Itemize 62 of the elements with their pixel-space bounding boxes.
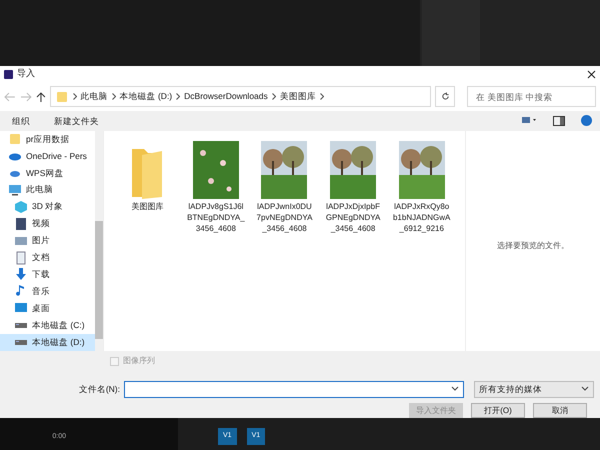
field-label: 文件名(N): — [78, 383, 120, 396]
filetype-dropdown[interactable]: 所有支持的媒体 — [474, 380, 594, 398]
address-bar[interactable]: 此电脑 本地磁盘 (D:) DcBrowserDownloads 美图图库 — [50, 86, 432, 108]
download-icon — [14, 267, 28, 282]
chevron-right-icon — [176, 93, 180, 100]
view-icon[interactable] — [521, 116, 537, 126]
file-name: lADPJv8gS1J6lBTNEgDNDYA_3456_4608 — [186, 200, 246, 234]
sidebar-item[interactable]: pr应用数据 — [0, 130, 95, 148]
chevron-right-icon — [112, 93, 116, 100]
refresh-icon — [440, 92, 450, 102]
sidebar-item[interactable]: 3D 对象 — [0, 198, 95, 216]
chevron-down-icon — [581, 386, 589, 392]
sidebar-item[interactable]: 视频 — [0, 215, 95, 232]
folder-icon — [130, 146, 164, 199]
folder-icon — [54, 90, 69, 104]
file-item[interactable]: lADPJv8gS1J6lBTNEgDNDYA_3456_4608 — [186, 138, 246, 234]
preview-message: 选择要预览的文件。 — [497, 240, 569, 252]
app-icon — [4, 70, 13, 79]
toolbar-button[interactable]: 新建文件夹 — [50, 114, 103, 128]
chevron-right-icon — [320, 93, 324, 100]
file-name: lADPJwnIx0DU7pvNEgDNDYA_3456_4608 — [256, 200, 314, 234]
chevron-right-icon — [272, 93, 276, 100]
file-name: lADPJxDjxIpbFGPNEgDNDYA_3456_4608 — [324, 200, 382, 234]
sidebar-item[interactable]: 桌面 — [0, 300, 95, 317]
sidebar-item[interactable]: 本地磁盘 (D:) — [0, 334, 95, 351]
file-name: 美图图库 — [131, 200, 164, 212]
sidebar-item[interactable]: 文档 — [0, 249, 95, 266]
sidebar-item[interactable]: WPS网盘 — [0, 164, 95, 182]
file-item[interactable]: lADPJxRxQy8ob1bNJADNGwA_6912_9216 — [392, 138, 451, 234]
breadcrumb-item[interactable]: DcBrowserDownloads — [184, 90, 268, 104]
drive-icon — [15, 340, 27, 345]
folder-icon — [8, 132, 22, 146]
refresh-button[interactable] — [435, 86, 456, 108]
checkbox-label: 图像序列 — [123, 355, 155, 368]
sidebar-item[interactable]: 下载 — [0, 266, 95, 283]
breadcrumb-item[interactable]: 本地磁盘 (D:) — [120, 90, 172, 104]
sidebar-item[interactable]: 图片 — [0, 232, 95, 250]
file-item[interactable]: 美图图库 — [118, 138, 177, 212]
sidebar-item[interactable]: 音乐 — [0, 282, 95, 300]
breadcrumb-item[interactable]: 此电脑 — [80, 90, 108, 104]
close-icon[interactable] — [587, 70, 596, 79]
file-item[interactable]: lADPJwnIx0DU7pvNEgDNDYA_3456_4608 — [255, 138, 314, 234]
chevron-down-icon — [451, 386, 459, 392]
sidebar-item[interactable]: 本地磁盘 (C:) — [0, 316, 95, 334]
document-icon — [14, 250, 28, 265]
filename-field[interactable] — [124, 380, 464, 398]
preview-pane-icon[interactable] — [553, 116, 565, 126]
search-field[interactable]: 在 美图图库 中搜索 — [467, 86, 596, 108]
chevron-right-icon — [72, 93, 77, 100]
dialog-button[interactable]: 取消 — [533, 403, 587, 418]
dialog-button[interactable]: 打开(O) — [471, 403, 525, 418]
monitor-icon — [8, 182, 22, 197]
file-item[interactable]: lADPJxDjxIpbFGPNEgDNDYA_3456_4608 — [324, 138, 382, 234]
toolbar-button[interactable]: 组织 — [8, 114, 34, 128]
window-title: 导入 — [17, 67, 35, 80]
cube-icon — [14, 200, 28, 214]
sidebar-item[interactable]: OneDrive - Pers — [0, 148, 95, 164]
up-arrow-icon[interactable] — [36, 92, 46, 102]
file-name: lADPJxRxQy8ob1bNJADNGwA_6912_9216 — [392, 200, 451, 234]
breadcrumb-item[interactable]: 美图图库 — [280, 90, 316, 104]
drive-icon — [15, 322, 27, 328]
sidebar-item[interactable]: 此电脑 — [0, 181, 95, 198]
